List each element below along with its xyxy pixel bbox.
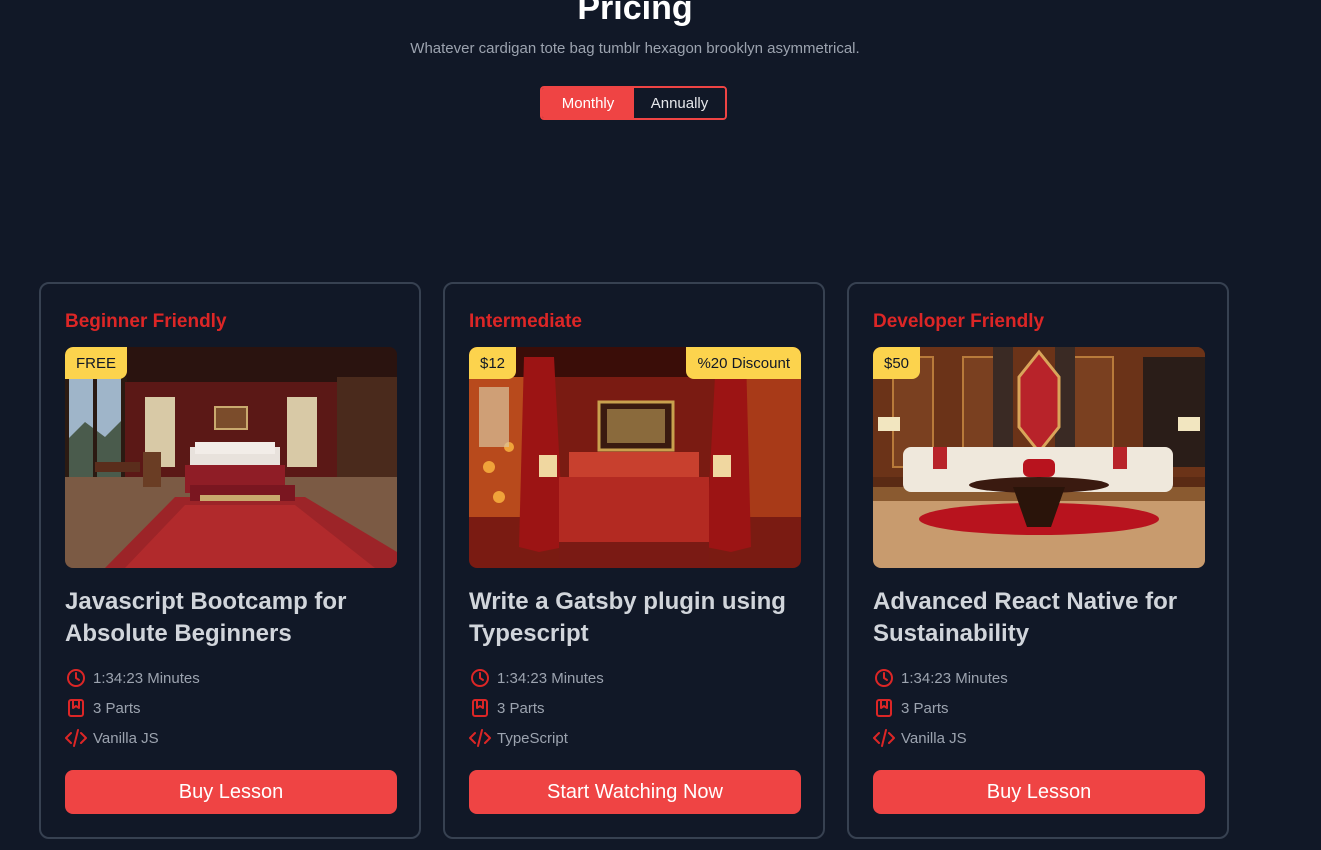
clock-icon <box>873 667 895 689</box>
duration-text: 1:34:23 Minutes <box>93 669 200 687</box>
code-icon <box>65 727 87 749</box>
course-image[interactable]: $50 <box>873 347 1205 568</box>
page-title: Pricing <box>577 0 693 27</box>
page-subtitle: Whatever cardigan tote bag tumblr hexago… <box>410 40 860 57</box>
parts-text: 3 Parts <box>93 699 141 717</box>
course-level: Intermediate <box>469 311 582 332</box>
bookmark-icon <box>469 697 491 719</box>
course-tech: Vanilla JS <box>65 727 159 749</box>
course-image[interactable]: FREE <box>65 347 397 568</box>
tech-text: Vanilla JS <box>901 729 967 747</box>
monthly-toggle-button[interactable]: Monthly <box>542 88 634 118</box>
course-title[interactable]: Write a Gatsby plugin using Typescript <box>469 586 799 650</box>
discount-badge: %20 Discount <box>686 347 801 379</box>
red-bedroom-photo <box>469 347 801 568</box>
clock-icon <box>65 667 87 689</box>
course-card: Intermediate $12 %20 Discount Write a Ga… <box>443 282 825 839</box>
course-tech: TypeScript <box>469 727 568 749</box>
lounge-photo <box>873 347 1205 568</box>
parts-text: 3 Parts <box>497 699 545 717</box>
course-parts: 3 Parts <box>65 697 141 719</box>
course-tech: Vanilla JS <box>873 727 967 749</box>
tech-text: Vanilla JS <box>93 729 159 747</box>
annually-toggle-button[interactable]: Annually <box>634 88 725 118</box>
parts-text: 3 Parts <box>901 699 949 717</box>
course-card: Beginner Friendly FREE Javascript Bootca… <box>39 282 421 839</box>
course-card: Developer Friendly $50 Advanced React Na… <box>847 282 1229 839</box>
price-badge: $12 <box>469 347 517 379</box>
clock-icon <box>469 667 491 689</box>
bookmark-icon <box>65 697 87 719</box>
course-title[interactable]: Advanced React Native for Sustainability <box>873 586 1203 650</box>
duration-text: 1:34:23 Minutes <box>497 669 604 687</box>
buy-lesson-button[interactable]: Buy Lesson <box>873 770 1205 814</box>
bookmark-icon <box>873 697 895 719</box>
duration-text: 1:34:23 Minutes <box>901 669 1008 687</box>
code-icon <box>469 727 491 749</box>
bedroom-photo <box>65 347 397 568</box>
course-parts: 3 Parts <box>873 697 949 719</box>
billing-toggle: Monthly Annually <box>540 86 727 120</box>
course-duration: 1:34:23 Minutes <box>65 667 200 689</box>
price-badge: FREE <box>65 347 128 379</box>
price-badge: $50 <box>873 347 921 379</box>
course-duration: 1:34:23 Minutes <box>469 667 604 689</box>
course-level: Developer Friendly <box>873 311 1045 332</box>
course-level: Beginner Friendly <box>65 311 227 332</box>
buy-lesson-button[interactable]: Buy Lesson <box>65 770 397 814</box>
code-icon <box>873 727 895 749</box>
course-title[interactable]: Javascript Bootcamp for Absolute Beginne… <box>65 586 395 650</box>
course-duration: 1:34:23 Minutes <box>873 667 1008 689</box>
course-image[interactable]: $12 %20 Discount <box>469 347 801 568</box>
start-watching-button[interactable]: Start Watching Now <box>469 770 801 814</box>
course-parts: 3 Parts <box>469 697 545 719</box>
tech-text: TypeScript <box>497 729 568 747</box>
